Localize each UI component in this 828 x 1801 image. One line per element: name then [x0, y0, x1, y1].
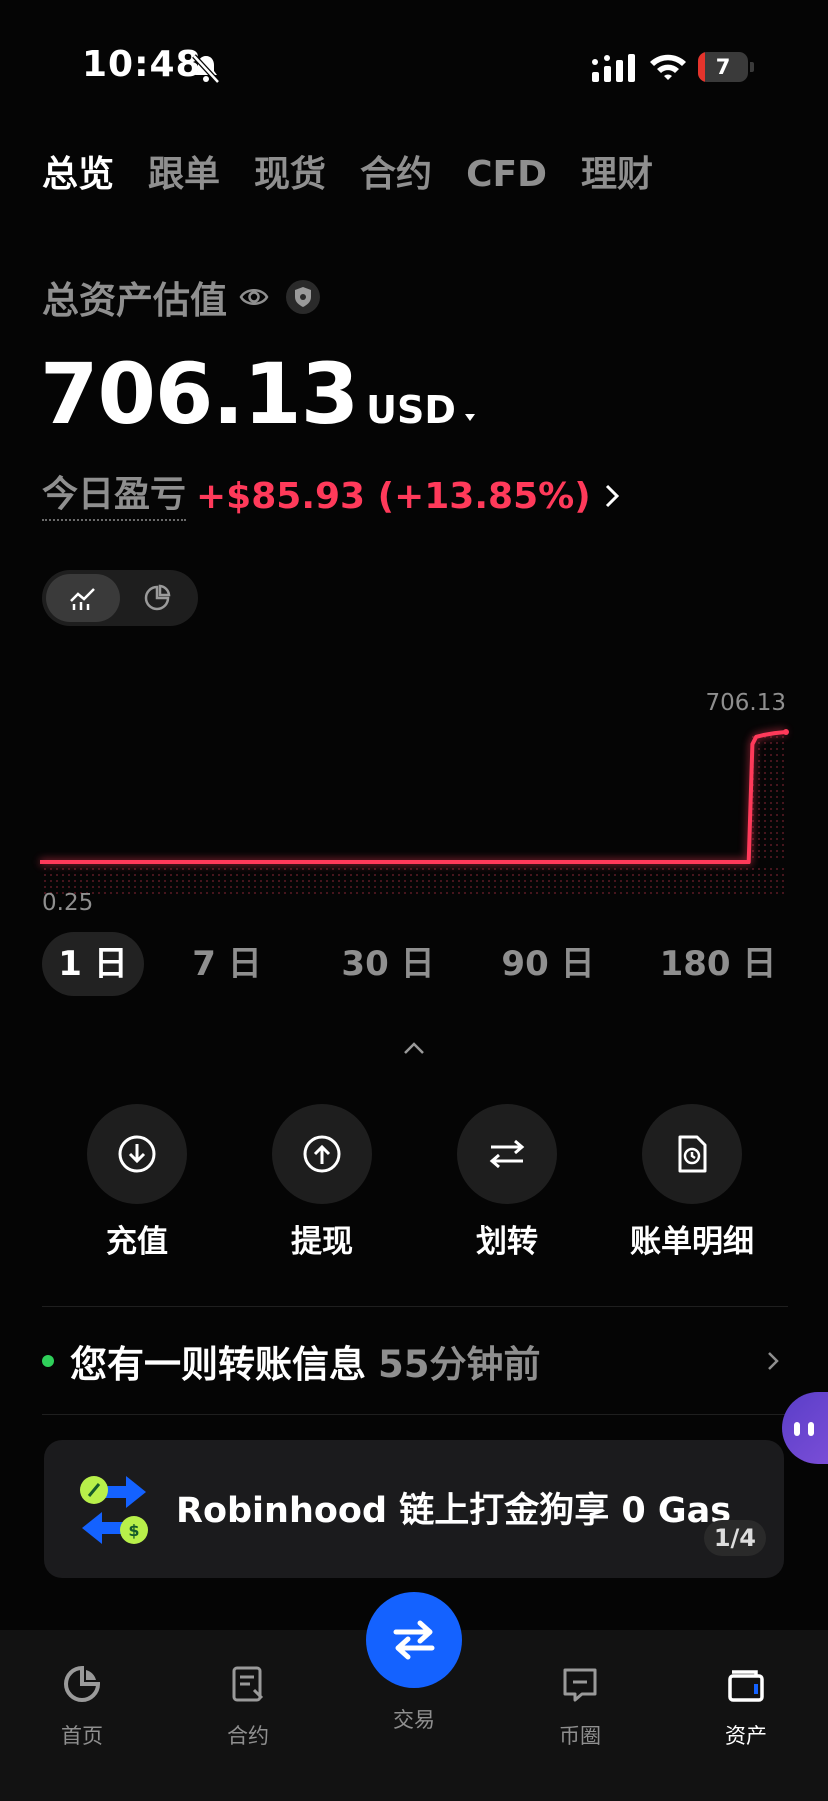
community-icon: [563, 1668, 597, 1702]
transfer-notice[interactable]: 您有一则转账信息 55分钟前: [42, 1306, 788, 1416]
transfer-icon: [489, 1139, 525, 1169]
promo-page-indicator: 1/4: [703, 1520, 766, 1556]
range-tabs: 1 日 7 日 30 日 90 日 180 日: [42, 932, 788, 996]
bubble-eye: [808, 1422, 814, 1436]
assistant-bubble[interactable]: [782, 1392, 828, 1464]
wifi-icon: [650, 54, 686, 80]
currency-selector[interactable]: USD: [366, 388, 456, 432]
trade-button[interactable]: [366, 1592, 462, 1688]
tab-spot[interactable]: 现货: [254, 150, 326, 200]
tab-overview[interactable]: 总览: [42, 150, 114, 200]
pie-chart-toggle[interactable]: [120, 574, 194, 622]
bill-button[interactable]: 账单明细: [612, 1104, 772, 1260]
tab-copy-trading[interactable]: 跟单: [148, 150, 220, 200]
pie-chart-icon: [144, 584, 171, 611]
chart-min-label: 0.25: [42, 890, 94, 916]
pnl-label: 今日盈亏: [42, 471, 187, 521]
bill-label: 账单明细: [630, 1224, 754, 1260]
line-chart-icon: [70, 588, 95, 610]
promo-banner[interactable]: $ Robinhood 链上打金狗享 0 Gas 1/4: [44, 1440, 784, 1578]
trade-icon: [393, 1620, 435, 1660]
shield-icon[interactable]: [285, 279, 321, 315]
line-chart-toggle[interactable]: [46, 574, 120, 622]
deposit-icon: [118, 1135, 156, 1173]
wallet-icon: [728, 1670, 764, 1702]
nav-home-label: 首页: [61, 1724, 103, 1748]
nav-trade-label: 交易: [393, 1708, 435, 1732]
status-dot: [42, 1355, 54, 1367]
notice-text: 您有一则转账信息: [70, 1343, 366, 1386]
quick-actions: 充值 提现 划转 账单明细: [42, 1104, 788, 1260]
cellular-signal-icon: [592, 54, 635, 82]
eye-icon[interactable]: [239, 282, 269, 312]
portfolio-chart: [40, 729, 789, 894]
contract-icon: [232, 1666, 264, 1702]
nav-home[interactable]: 首页: [22, 1656, 142, 1766]
asset-value: 706.13: [40, 345, 359, 443]
asset-label: 总资产估值: [42, 279, 227, 322]
home-icon: [64, 1665, 101, 1702]
chevron-up-icon[interactable]: [402, 1040, 426, 1056]
battery-indicator: 7: [698, 52, 754, 82]
nav-assets-label: 资产: [725, 1724, 767, 1748]
tab-futures[interactable]: 合约: [360, 150, 432, 200]
deposit-label: 充值: [106, 1224, 168, 1260]
withdraw-icon: [303, 1135, 341, 1173]
transfer-label: 划转: [476, 1224, 538, 1260]
chevron-right-icon: [768, 1352, 779, 1370]
bill-icon: [678, 1135, 707, 1173]
range-tab-7d[interactable]: 7 日: [172, 932, 282, 996]
battery-level: 7: [715, 55, 731, 79]
caret-down-icon[interactable]: [462, 411, 478, 423]
chevron-right-icon[interactable]: [603, 483, 621, 509]
nav-community-label: 币圈: [559, 1724, 601, 1748]
nav-contract-label: 合约: [227, 1724, 269, 1748]
promo-text: Robinhood 链上打金狗享 0 Gas: [176, 1491, 732, 1531]
transfer-button[interactable]: 划转: [427, 1104, 587, 1260]
divider: [42, 1414, 788, 1415]
chart-line: [40, 730, 787, 864]
nav-contract[interactable]: 合约: [188, 1656, 308, 1766]
swap-arrows-icon: $: [80, 1476, 148, 1544]
status-bar: 10:48 7: [0, 0, 828, 130]
chart-end-point: [783, 729, 789, 735]
deposit-button[interactable]: 充值: [57, 1104, 217, 1260]
withdraw-button[interactable]: 提现: [242, 1104, 402, 1260]
nav-community[interactable]: 币圈: [520, 1656, 640, 1766]
asset-label-row: 总资产估值: [42, 272, 321, 322]
notice-time: 55分钟前: [378, 1343, 541, 1386]
pnl-row[interactable]: 今日盈亏 +$85.93 (+13.85%): [42, 468, 621, 524]
chart-fill: [40, 864, 786, 894]
asset-value-row: 706.13 USD: [40, 345, 478, 445]
pnl-value: +$85.93 (+13.85%): [196, 475, 591, 517]
range-tab-90d[interactable]: 90 日: [488, 932, 608, 996]
svg-text:$: $: [128, 1521, 139, 1540]
status-time: 10:48: [82, 44, 202, 85]
withdraw-label: 提现: [291, 1224, 353, 1260]
range-tab-1d[interactable]: 1 日: [42, 932, 144, 996]
tab-cfd[interactable]: CFD: [466, 150, 547, 200]
bell-muted-icon: [192, 54, 220, 84]
chart-type-toggle: [42, 570, 198, 626]
bubble-eye: [794, 1422, 800, 1436]
nav-assets[interactable]: 资产: [686, 1656, 806, 1766]
range-tab-180d[interactable]: 180 日: [648, 932, 788, 996]
tab-earn[interactable]: 理财: [581, 150, 653, 200]
top-tabs: 总览 跟单 现货 合约 CFD 理财: [42, 150, 687, 200]
range-tab-30d[interactable]: 30 日: [328, 932, 448, 996]
chart-line-glow: [40, 729, 787, 865]
